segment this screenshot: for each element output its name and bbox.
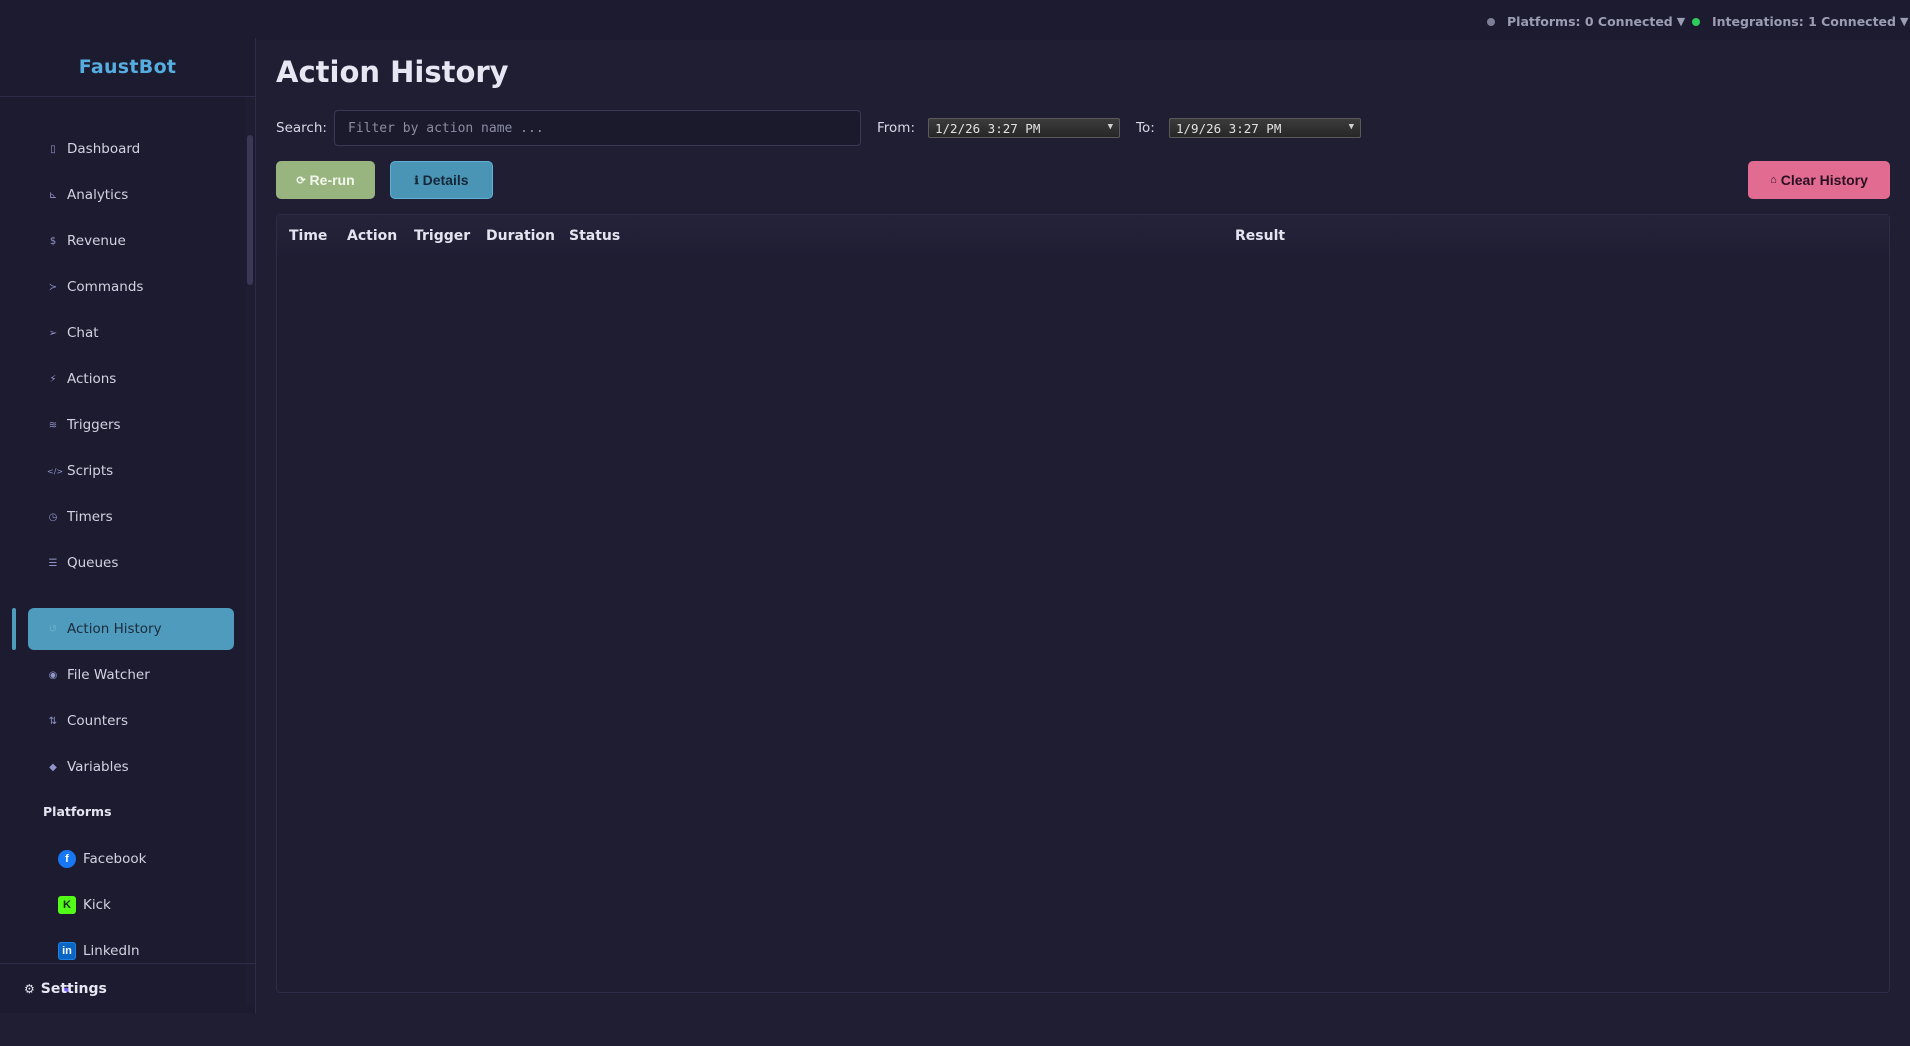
column-header-result[interactable]: Result [1235, 228, 1285, 244]
sidebar-item-label: Analytics [67, 187, 129, 203]
sidebar-item-triggers[interactable]: ≋ Triggers [28, 404, 234, 446]
to-label: To: [1136, 120, 1155, 136]
top-status-bar: Platforms: 0 Connected ▼ Integrations: 1… [0, 0, 1910, 40]
list-icon: ☰ [48, 557, 58, 569]
sidebar-item-chat[interactable]: ➢ Chat [28, 312, 234, 354]
sidebar-item-label: Chat [67, 325, 99, 341]
sidebar-item-label: Scripts [67, 463, 114, 479]
bolt-icon: ⚡ [49, 373, 57, 385]
sidebar-item-timers[interactable]: ◷ Timers [28, 496, 234, 538]
clock-icon: ◷ [48, 511, 58, 523]
settings-label: Settings [40, 980, 107, 997]
sidebar-item-dashboard[interactable]: ▯ Dashboard [28, 128, 234, 170]
column-header-status[interactable]: Status [569, 228, 620, 244]
sidebar-nav: ▯ Dashboard ⊾ Analytics $ Revenue ≻ Comm… [0, 112, 246, 1004]
sidebar-item-file-watcher[interactable]: ◉ File Watcher [28, 654, 234, 696]
send-icon: ➢ [48, 327, 58, 339]
linkedin-icon: in [58, 942, 76, 960]
column-header-action[interactable]: Action [347, 228, 397, 244]
settings-button[interactable]: ⚙ Settings [0, 963, 255, 1013]
sidebar-item-kick[interactable]: K Kick [58, 884, 234, 926]
sidebar-item-label: Actions [67, 371, 117, 387]
sidebar-item-label: Queues [67, 555, 119, 571]
column-header-trigger[interactable]: Trigger [414, 228, 470, 244]
details-label: Details [422, 172, 469, 188]
from-date-picker[interactable]: 1/2/26 3:27 PM ▼ [928, 118, 1120, 138]
column-header-time[interactable]: Time [289, 228, 327, 244]
sidebar-item-actions[interactable]: ⚡ Actions [28, 358, 234, 400]
sidebar-item-action-history[interactable]: ↺ Action History [28, 608, 234, 650]
scrollbar-thumb[interactable] [247, 135, 253, 285]
sort-icon: ⇅ [48, 715, 58, 727]
info-icon: ℹ [414, 174, 419, 187]
clear-history-label: Clear History [1780, 172, 1868, 188]
sidebar-scrollbar[interactable] [246, 97, 254, 1004]
sidebar-item-facebook[interactable]: f Facebook [58, 838, 234, 880]
column-header-duration[interactable]: Duration [486, 228, 555, 244]
sidebar-item-label: LinkedIn [83, 943, 140, 959]
page-title: Action History [276, 55, 509, 89]
document-icon: ▯ [50, 143, 56, 155]
eraser-icon: ⌂ [1770, 174, 1777, 186]
table-header: Time Action Trigger Duration Status Resu… [277, 215, 1889, 255]
refresh-icon: ⟳ [296, 174, 306, 187]
sidebar-item-revenue[interactable]: $ Revenue [28, 220, 234, 262]
clear-history-button[interactable]: ⌂ Clear History [1748, 161, 1890, 199]
code-icon: </> [47, 466, 64, 476]
chevron-down-icon: ▼ [1348, 122, 1354, 132]
from-date-value: 1/2/26 3:27 PM [935, 120, 1041, 136]
gear-icon: ⚙ [24, 981, 35, 996]
cube-icon: ◆ [49, 761, 57, 773]
platforms-section-heading: Platforms [43, 804, 112, 819]
sidebar-item-scripts[interactable]: </> Scripts [28, 450, 234, 492]
platforms-status-label: Platforms: 0 Connected [1507, 14, 1673, 29]
sidebar-item-analytics[interactable]: ⊾ Analytics [28, 174, 234, 216]
sidebar-item-label: Facebook [83, 851, 147, 867]
chevron-down-icon: ▼ [1899, 15, 1909, 28]
platforms-status-dot-icon [1487, 17, 1495, 26]
from-label: From: [877, 120, 915, 136]
sidebar: FaustBot ▯ Dashboard ⊾ Analytics $ Reven… [0, 38, 256, 1013]
chart-icon: ⊾ [48, 189, 58, 201]
sidebar-item-label: File Watcher [67, 667, 150, 683]
history-icon: ↺ [48, 623, 58, 635]
sidebar-item-label: Action History [67, 621, 162, 637]
search-input[interactable] [334, 110, 861, 146]
sidebar-item-label: Commands [67, 279, 144, 295]
terminal-icon: ≻ [48, 281, 58, 293]
rerun-label: Re-run [309, 172, 355, 188]
integrations-status-label: Integrations: 1 Connected [1712, 14, 1896, 29]
platforms-status-dropdown[interactable]: Platforms: 0 Connected ▼ [1487, 14, 1685, 29]
brand-logo[interactable]: FaustBot [0, 38, 255, 97]
facebook-icon: f [58, 850, 76, 868]
sidebar-item-label: Counters [67, 713, 128, 729]
details-button[interactable]: ℹ Details [390, 161, 493, 199]
sidebar-item-label: Dashboard [67, 141, 141, 157]
search-label: Search: [276, 120, 327, 136]
rerun-button[interactable]: ⟳ Re-run [276, 161, 375, 199]
sidebar-item-variables[interactable]: ◆ Variables [28, 746, 234, 788]
sidebar-item-label: Kick [83, 897, 111, 913]
sidebar-item-queues[interactable]: ☰ Queues [28, 542, 234, 584]
sidebar-item-label: Triggers [67, 417, 121, 433]
kick-icon: K [58, 896, 76, 914]
active-indicator [12, 608, 16, 650]
to-date-value: 1/9/26 3:27 PM [1176, 120, 1282, 136]
sidebar-item-counters[interactable]: ⇅ Counters [28, 700, 234, 742]
dollar-icon: $ [49, 235, 57, 247]
sidebar-item-label: Revenue [67, 233, 126, 249]
chevron-down-icon: ▼ [1676, 15, 1686, 28]
action-history-table: Time Action Trigger Duration Status Resu… [276, 214, 1890, 993]
integrations-status-dropdown[interactable]: Integrations: 1 Connected ▼ [1692, 14, 1908, 29]
chevron-down-icon: ▼ [1107, 122, 1113, 132]
sidebar-item-label: Timers [67, 509, 113, 525]
eye-icon: ◉ [48, 669, 58, 681]
sidebar-item-label: Variables [67, 759, 129, 775]
wifi-icon: ≋ [48, 419, 58, 431]
to-date-picker[interactable]: 1/9/26 3:27 PM ▼ [1169, 118, 1361, 138]
sidebar-item-commands[interactable]: ≻ Commands [28, 266, 234, 308]
integrations-status-dot-icon [1692, 17, 1700, 26]
